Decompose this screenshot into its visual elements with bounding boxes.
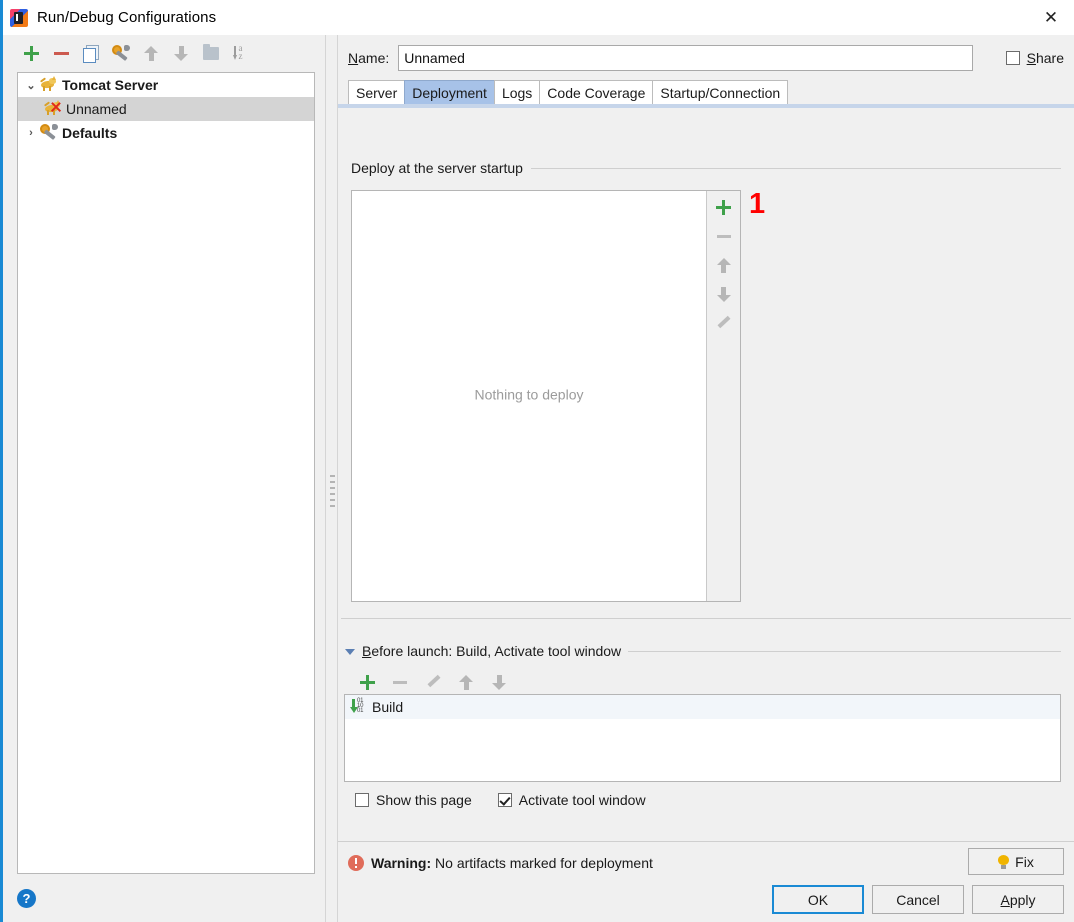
move-down-button[interactable] — [167, 39, 195, 67]
tree-item-label: Unnamed — [66, 101, 127, 117]
tab-startup-connection[interactable]: Startup/Connection — [652, 80, 789, 104]
configuration-editor-pane: Name: Share Server Deployment Logs Code … — [338, 35, 1074, 922]
create-folder-button[interactable] — [197, 39, 225, 67]
artifact-move-down-button[interactable] — [710, 281, 737, 308]
before-launch-task-list[interactable]: 01 10 01 Build — [344, 694, 1061, 782]
deploy-artifacts-toolbar — [707, 191, 740, 601]
copy-configuration-button[interactable] — [77, 39, 105, 67]
before-launch-add-button[interactable] — [353, 668, 381, 696]
share-checkbox[interactable] — [1005, 51, 1020, 65]
tab-server[interactable]: Server — [348, 80, 406, 104]
before-launch-edit-button[interactable] — [419, 668, 447, 696]
cancel-button[interactable]: Cancel — [872, 885, 964, 914]
chevron-down-icon[interactable] — [345, 646, 355, 656]
configurations-toolbar: az — [3, 35, 325, 71]
tomcat-icon — [39, 76, 58, 94]
tree-item-unnamed[interactable]: Unnamed — [18, 97, 314, 121]
tree-item-tomcat-server[interactable]: ⌄ Tomcat Server — [18, 73, 314, 97]
deployment-tab-content: Deploy at the server startup Nothing to … — [341, 108, 1071, 842]
tab-logs[interactable]: Logs — [493, 80, 541, 104]
fix-button-label: Fix — [1015, 853, 1034, 870]
checkbox-label: Show this page — [376, 792, 472, 808]
name-row: Name: Share — [348, 45, 1064, 71]
group-divider — [530, 167, 1061, 169]
artifact-move-up-button[interactable] — [710, 252, 737, 279]
share-checkbox-wrapper[interactable]: Share — [1005, 50, 1064, 66]
before-launch-title: Before launch: Build, Activate tool wind… — [362, 643, 622, 659]
group-divider — [628, 650, 1061, 652]
chevron-down-icon[interactable]: ⌄ — [22, 73, 40, 97]
before-launch-toolbar — [353, 668, 513, 696]
dialog-footer-buttons: OK Cancel Apply — [772, 885, 1064, 914]
intellij-idea-logo-icon — [10, 8, 28, 27]
remove-artifact-button[interactable] — [710, 223, 737, 250]
footer-divider — [338, 841, 1074, 842]
before-launch-header: Before launch: Build, Activate tool wind… — [345, 643, 1061, 659]
before-launch-move-down-button[interactable] — [485, 668, 513, 696]
checkbox-box[interactable] — [497, 793, 512, 807]
fix-button[interactable]: Fix — [968, 848, 1064, 875]
title-bar: Run/Debug Configurations ✕ — [3, 0, 1074, 35]
name-label: Name: — [348, 50, 390, 66]
configurations-pane: az ⌄ Tomcat Server Unnamed › Defaults ? — [3, 35, 325, 922]
wrench-gear-icon — [40, 124, 58, 142]
before-launch-remove-button[interactable] — [386, 668, 414, 696]
deploy-artifacts-list[interactable]: Nothing to deploy — [352, 191, 707, 601]
warning-icon — [348, 855, 364, 871]
warning-text: Warning: No artifacts marked for deploym… — [371, 855, 653, 871]
task-label: Build — [372, 699, 404, 715]
edit-artifact-button[interactable] — [710, 310, 737, 337]
section-divider — [341, 618, 1071, 619]
build-icon: 01 10 01 — [349, 698, 367, 715]
chevron-right-icon[interactable]: › — [22, 121, 40, 145]
add-configuration-button[interactable] — [17, 39, 45, 67]
tomcat-invalid-icon — [43, 100, 62, 118]
annotation-marker-1: 1 — [749, 188, 766, 220]
configuration-tabs: Server Deployment Logs Code Coverage Sta… — [348, 80, 789, 104]
lightbulb-icon — [998, 854, 1010, 869]
pane-splitter[interactable] — [325, 35, 338, 922]
sort-configurations-button[interactable]: az — [227, 39, 255, 67]
edit-defaults-button[interactable] — [107, 39, 135, 67]
help-button[interactable]: ? — [17, 889, 36, 908]
warning-message: No artifacts marked for deployment — [431, 855, 653, 871]
splitter-grip[interactable] — [330, 475, 335, 507]
run-debug-configurations-dialog: Run/Debug Configurations ✕ az ⌄ Tomcat S… — [0, 0, 1074, 922]
before-launch-move-up-button[interactable] — [452, 668, 480, 696]
show-this-page-checkbox[interactable]: Show this page — [355, 792, 472, 808]
remove-configuration-button[interactable] — [47, 39, 75, 67]
tree-item-label: Tomcat Server — [62, 77, 159, 93]
tree-item-defaults[interactable]: › Defaults — [18, 121, 314, 145]
add-artifact-button[interactable] — [710, 194, 737, 221]
deploy-group-title: Deploy at the server startup — [351, 160, 523, 176]
before-launch-options: Show this page Activate tool window — [355, 792, 646, 808]
warning-prefix: Warning: — [371, 855, 432, 871]
activate-tool-window-checkbox[interactable]: Activate tool window — [497, 792, 646, 808]
move-up-button[interactable] — [137, 39, 165, 67]
checkbox-box[interactable] — [355, 793, 369, 807]
checkbox-label: Activate tool window — [518, 792, 646, 808]
tree-item-label: Defaults — [62, 125, 118, 141]
warning-bar: Warning: No artifacts marked for deploym… — [348, 848, 1064, 878]
tab-deployment[interactable]: Deployment — [404, 80, 495, 104]
configurations-tree[interactable]: ⌄ Tomcat Server Unnamed › Defaults — [17, 72, 315, 874]
list-item[interactable]: 01 10 01 Build — [345, 695, 1060, 719]
share-label: Share — [1026, 50, 1064, 66]
apply-button[interactable]: Apply — [972, 885, 1064, 914]
deploy-group-header: Deploy at the server startup — [351, 160, 1061, 176]
window-title: Run/Debug Configurations — [37, 9, 217, 26]
ok-button[interactable]: OK — [772, 885, 864, 914]
deploy-empty-text: Nothing to deploy — [474, 386, 584, 403]
deploy-artifacts-box: Nothing to deploy — [351, 190, 741, 602]
tab-code-coverage[interactable]: Code Coverage — [539, 80, 654, 104]
close-icon[interactable]: ✕ — [1028, 0, 1074, 35]
name-input[interactable] — [398, 45, 973, 71]
